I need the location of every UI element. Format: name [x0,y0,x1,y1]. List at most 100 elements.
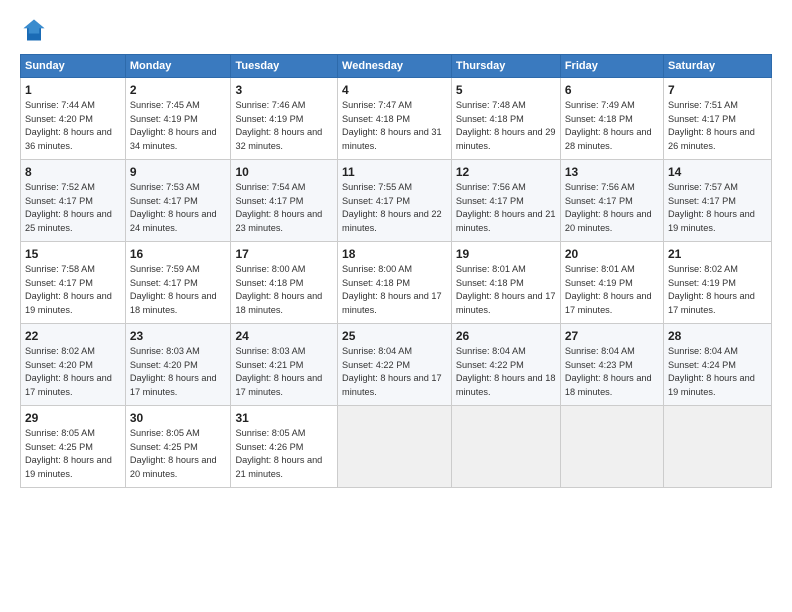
week-row-2: 8 Sunrise: 7:52 AMSunset: 4:17 PMDaylight… [21,160,772,242]
day-cell: 28 Sunrise: 8:04 AMSunset: 4:24 PMDayligh… [664,324,772,406]
day-number: 6 [565,82,659,98]
day-cell: 26 Sunrise: 8:04 AMSunset: 4:22 PMDayligh… [451,324,560,406]
day-info: Sunrise: 7:57 AMSunset: 4:17 PMDaylight:… [668,182,755,233]
day-number: 28 [668,328,767,344]
day-cell: 4 Sunrise: 7:47 AMSunset: 4:18 PMDaylight… [338,78,452,160]
day-number: 9 [130,164,227,180]
day-cell: 18Sunrise: 8:00 AMSunset: 4:18 PMDayligh… [338,242,452,324]
day-number: 25 [342,328,447,344]
day-number: 22 [25,328,121,344]
day-number: 13 [565,164,659,180]
day-number: 21 [668,246,767,262]
day-cell: 22Sunrise: 8:02 AMSunset: 4:20 PMDayligh… [21,324,126,406]
day-cell: 25 Sunrise: 8:04 AMSunset: 4:22 PMDayligh… [338,324,452,406]
day-cell: 20Sunrise: 8:01 AMSunset: 4:19 PMDayligh… [560,242,663,324]
week-row-5: 29 Sunrise: 8:05 AMSunset: 4:25 PMDayligh… [21,406,772,488]
calendar-table: SundayMondayTuesdayWednesdayThursdayFrid… [20,54,772,488]
day-info: Sunrise: 8:00 AMSunset: 4:18 PMDaylight:… [235,264,322,315]
day-number: 7 [668,82,767,98]
day-cell: 9 Sunrise: 7:53 AMSunset: 4:17 PMDaylight… [125,160,231,242]
day-info: Sunrise: 8:02 AMSunset: 4:19 PMDaylight:… [668,264,755,315]
day-info: Sunrise: 7:46 AMSunset: 4:19 PMDaylight:… [235,100,322,151]
day-number: 29 [25,410,121,426]
day-cell [560,406,663,488]
day-number: 26 [456,328,556,344]
day-info: Sunrise: 7:56 AMSunset: 4:17 PMDaylight:… [565,182,652,233]
day-number: 5 [456,82,556,98]
col-header-sunday: Sunday [21,55,126,78]
day-cell: 14 Sunrise: 7:57 AMSunset: 4:17 PMDayligh… [664,160,772,242]
day-cell: 15Sunrise: 7:58 AMSunset: 4:17 PMDayligh… [21,242,126,324]
day-cell: 24 Sunrise: 8:03 AMSunset: 4:21 PMDayligh… [231,324,338,406]
col-header-tuesday: Tuesday [231,55,338,78]
day-cell: 23 Sunrise: 8:03 AMSunset: 4:20 PMDayligh… [125,324,231,406]
day-number: 16 [130,246,227,262]
day-cell: 27 Sunrise: 8:04 AMSunset: 4:23 PMDayligh… [560,324,663,406]
day-info: Sunrise: 7:48 AMSunset: 4:18 PMDaylight:… [456,100,556,151]
day-cell [664,406,772,488]
day-info: Sunrise: 8:04 AMSunset: 4:23 PMDaylight:… [565,346,652,397]
day-number: 11 [342,164,447,180]
calendar-page: SundayMondayTuesdayWednesdayThursdayFrid… [0,0,792,612]
day-number: 2 [130,82,227,98]
week-row-3: 15Sunrise: 7:58 AMSunset: 4:17 PMDayligh… [21,242,772,324]
day-number: 4 [342,82,447,98]
col-header-wednesday: Wednesday [338,55,452,78]
day-number: 31 [235,410,333,426]
day-number: 30 [130,410,227,426]
day-number: 19 [456,246,556,262]
day-info: Sunrise: 7:44 AMSunset: 4:20 PMDaylight:… [25,100,112,151]
day-number: 14 [668,164,767,180]
day-info: Sunrise: 7:55 AMSunset: 4:17 PMDaylight:… [342,182,442,233]
logo [20,16,52,44]
header [20,16,772,44]
day-info: Sunrise: 8:05 AMSunset: 4:25 PMDaylight:… [130,428,217,479]
day-cell: 29 Sunrise: 8:05 AMSunset: 4:25 PMDayligh… [21,406,126,488]
day-cell: 21 Sunrise: 8:02 AMSunset: 4:19 PMDayligh… [664,242,772,324]
day-info: Sunrise: 7:52 AMSunset: 4:17 PMDaylight:… [25,182,112,233]
day-cell [451,406,560,488]
col-header-saturday: Saturday [664,55,772,78]
week-row-4: 22Sunrise: 8:02 AMSunset: 4:20 PMDayligh… [21,324,772,406]
col-header-monday: Monday [125,55,231,78]
day-cell: 6 Sunrise: 7:49 AMSunset: 4:18 PMDaylight… [560,78,663,160]
day-info: Sunrise: 7:59 AMSunset: 4:17 PMDaylight:… [130,264,217,315]
day-cell: 5 Sunrise: 7:48 AMSunset: 4:18 PMDaylight… [451,78,560,160]
day-number: 27 [565,328,659,344]
day-cell: 2 Sunrise: 7:45 AMSunset: 4:19 PMDaylight… [125,78,231,160]
day-cell: 10Sunrise: 7:54 AMSunset: 4:17 PMDayligh… [231,160,338,242]
day-info: Sunrise: 8:05 AMSunset: 4:26 PMDaylight:… [235,428,322,479]
day-cell: 7Sunrise: 7:51 AMSunset: 4:17 PMDaylight… [664,78,772,160]
day-number: 17 [235,246,333,262]
day-info: Sunrise: 8:01 AMSunset: 4:19 PMDaylight:… [565,264,652,315]
day-cell [338,406,452,488]
day-number: 15 [25,246,121,262]
day-number: 8 [25,164,121,180]
day-info: Sunrise: 7:47 AMSunset: 4:18 PMDaylight:… [342,100,442,151]
day-number: 18 [342,246,447,262]
day-info: Sunrise: 7:54 AMSunset: 4:17 PMDaylight:… [235,182,322,233]
day-cell: 8 Sunrise: 7:52 AMSunset: 4:17 PMDaylight… [21,160,126,242]
day-cell: 17 Sunrise: 8:00 AMSunset: 4:18 PMDayligh… [231,242,338,324]
day-info: Sunrise: 8:05 AMSunset: 4:25 PMDaylight:… [25,428,112,479]
day-cell: 13 Sunrise: 7:56 AMSunset: 4:17 PMDayligh… [560,160,663,242]
day-number: 23 [130,328,227,344]
col-header-thursday: Thursday [451,55,560,78]
logo-icon [20,16,48,44]
day-info: Sunrise: 7:45 AMSunset: 4:19 PMDaylight:… [130,100,217,151]
day-info: Sunrise: 8:04 AMSunset: 4:22 PMDaylight:… [456,346,556,397]
day-number: 1 [25,82,121,98]
day-info: Sunrise: 8:03 AMSunset: 4:21 PMDaylight:… [235,346,322,397]
day-info: Sunrise: 8:01 AMSunset: 4:18 PMDaylight:… [456,264,556,315]
day-cell: 19 Sunrise: 8:01 AMSunset: 4:18 PMDayligh… [451,242,560,324]
col-header-friday: Friday [560,55,663,78]
day-number: 24 [235,328,333,344]
day-info: Sunrise: 7:53 AMSunset: 4:17 PMDaylight:… [130,182,217,233]
day-info: Sunrise: 8:04 AMSunset: 4:24 PMDaylight:… [668,346,755,397]
week-row-1: 1 Sunrise: 7:44 AMSunset: 4:20 PMDaylight… [21,78,772,160]
day-cell: 3Sunrise: 7:46 AMSunset: 4:19 PMDaylight… [231,78,338,160]
day-info: Sunrise: 8:03 AMSunset: 4:20 PMDaylight:… [130,346,217,397]
day-info: Sunrise: 7:49 AMSunset: 4:18 PMDaylight:… [565,100,652,151]
day-cell: 31 Sunrise: 8:05 AMSunset: 4:26 PMDayligh… [231,406,338,488]
day-info: Sunrise: 8:04 AMSunset: 4:22 PMDaylight:… [342,346,442,397]
